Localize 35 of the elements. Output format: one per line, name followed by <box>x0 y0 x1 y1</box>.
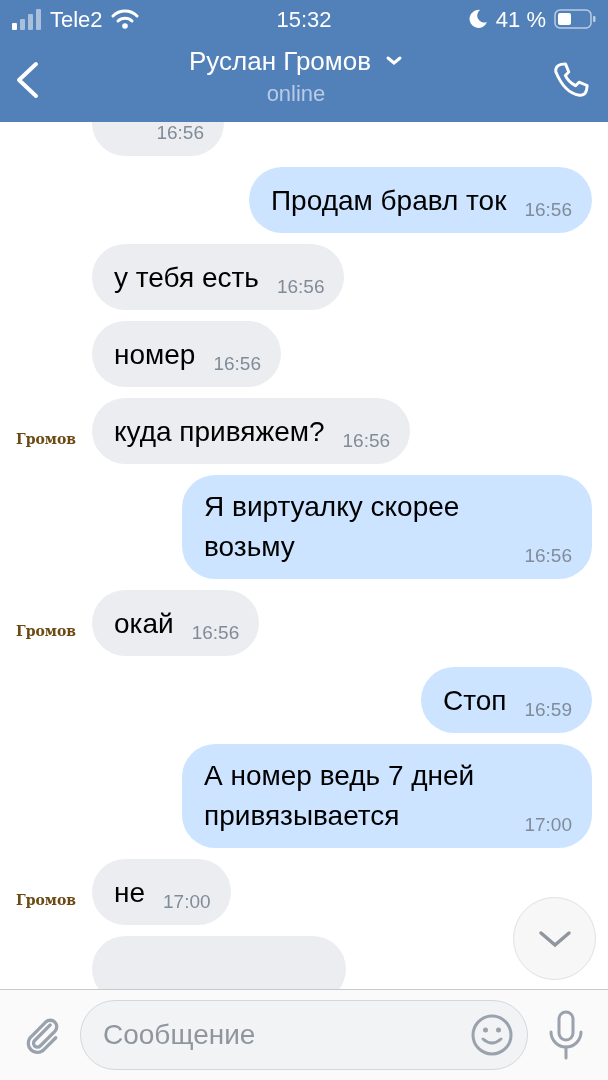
wifi-icon <box>110 8 139 30</box>
message-text: Продам бравл ток <box>271 184 507 218</box>
message-text: Стоп <box>443 684 507 718</box>
message-time: 16:56 <box>276 275 325 299</box>
message-time: 16:56 <box>342 429 391 453</box>
signal-icon <box>12 8 42 30</box>
status-time: 15:32 <box>276 5 332 34</box>
message-time: 16:56 <box>213 352 261 376</box>
chat-title[interactable]: Руслан Громов <box>189 41 371 81</box>
message-time: 16:56 <box>156 122 204 145</box>
battery-percent: 41 % <box>495 5 546 34</box>
message-time: 16:56 <box>524 544 572 568</box>
avatar-label[interactable]: Громов <box>16 889 76 911</box>
message-text: Я виртуалку скорее возьму <box>204 490 461 564</box>
avatar-label[interactable]: Громов <box>16 428 76 450</box>
moon-icon <box>467 9 488 29</box>
message-text: куда привяжем? <box>114 415 325 449</box>
chevron-down-icon <box>537 928 572 949</box>
message-time: 17:00 <box>163 890 211 914</box>
message-text: номер <box>114 338 196 372</box>
message-time: 16:59 <box>524 698 572 722</box>
message-text: окай <box>114 607 174 641</box>
message-time: 16:56 <box>191 621 240 645</box>
online-status: online <box>266 80 326 107</box>
carrier-name: Tele2 <box>50 5 103 34</box>
chevron-down-icon[interactable] <box>384 55 403 67</box>
emoji-icon[interactable] <box>470 1013 514 1057</box>
avatar-label[interactable]: Громов <box>16 620 76 642</box>
message-time: 17:00 <box>524 813 572 837</box>
message-text: не <box>114 876 146 910</box>
battery-icon <box>554 8 596 30</box>
message-time: 16:56 <box>524 198 572 222</box>
message-text: у тебя есть <box>114 261 259 295</box>
message-input[interactable]: Сообщение <box>80 1000 528 1070</box>
message-text: А номер ведь 7 дней привязывается <box>204 759 476 833</box>
